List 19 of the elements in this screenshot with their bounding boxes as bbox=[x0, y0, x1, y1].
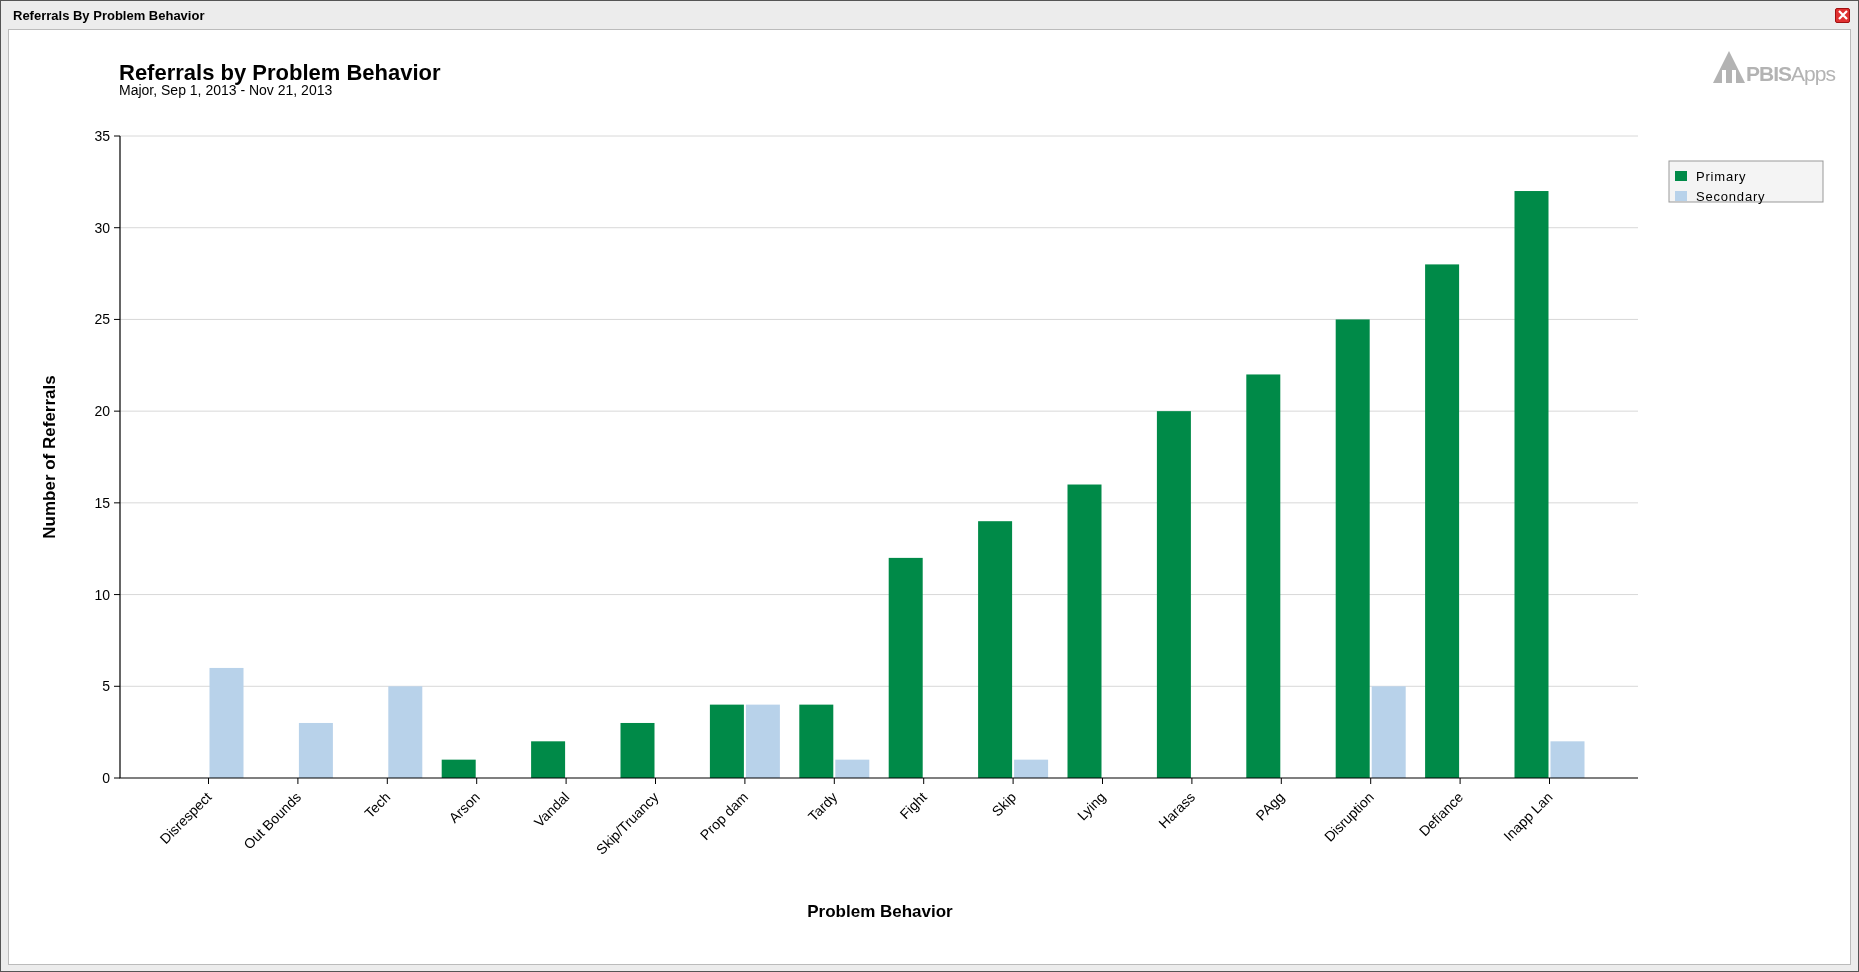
y-axis-title: Number of Referrals bbox=[40, 375, 59, 539]
y-tick-label: 15 bbox=[94, 494, 110, 511]
close-icon bbox=[1837, 10, 1848, 20]
y-tick-label: 0 bbox=[102, 770, 110, 786]
y-tick-label: 10 bbox=[94, 586, 110, 603]
house-arrow-icon bbox=[1712, 50, 1746, 84]
logo-text: PBISApps bbox=[1746, 63, 1835, 84]
y-tick-label: 25 bbox=[94, 311, 110, 328]
y-tick-label: 35 bbox=[94, 128, 110, 144]
y-tick-label: 5 bbox=[102, 678, 110, 695]
legend-label: Secondary bbox=[1696, 189, 1766, 204]
window-title: Referrals By Problem Behavior bbox=[13, 7, 205, 23]
x-tick-label: Tech bbox=[361, 788, 394, 822]
y-tick-label: 30 bbox=[94, 219, 110, 236]
close-button[interactable] bbox=[1835, 7, 1850, 23]
y-tick-label: 20 bbox=[94, 403, 110, 420]
legend-label: Primary bbox=[1696, 169, 1747, 184]
x-tick-label: Skip bbox=[988, 788, 1020, 820]
x-axis-title: Problem Behavior bbox=[807, 902, 953, 921]
